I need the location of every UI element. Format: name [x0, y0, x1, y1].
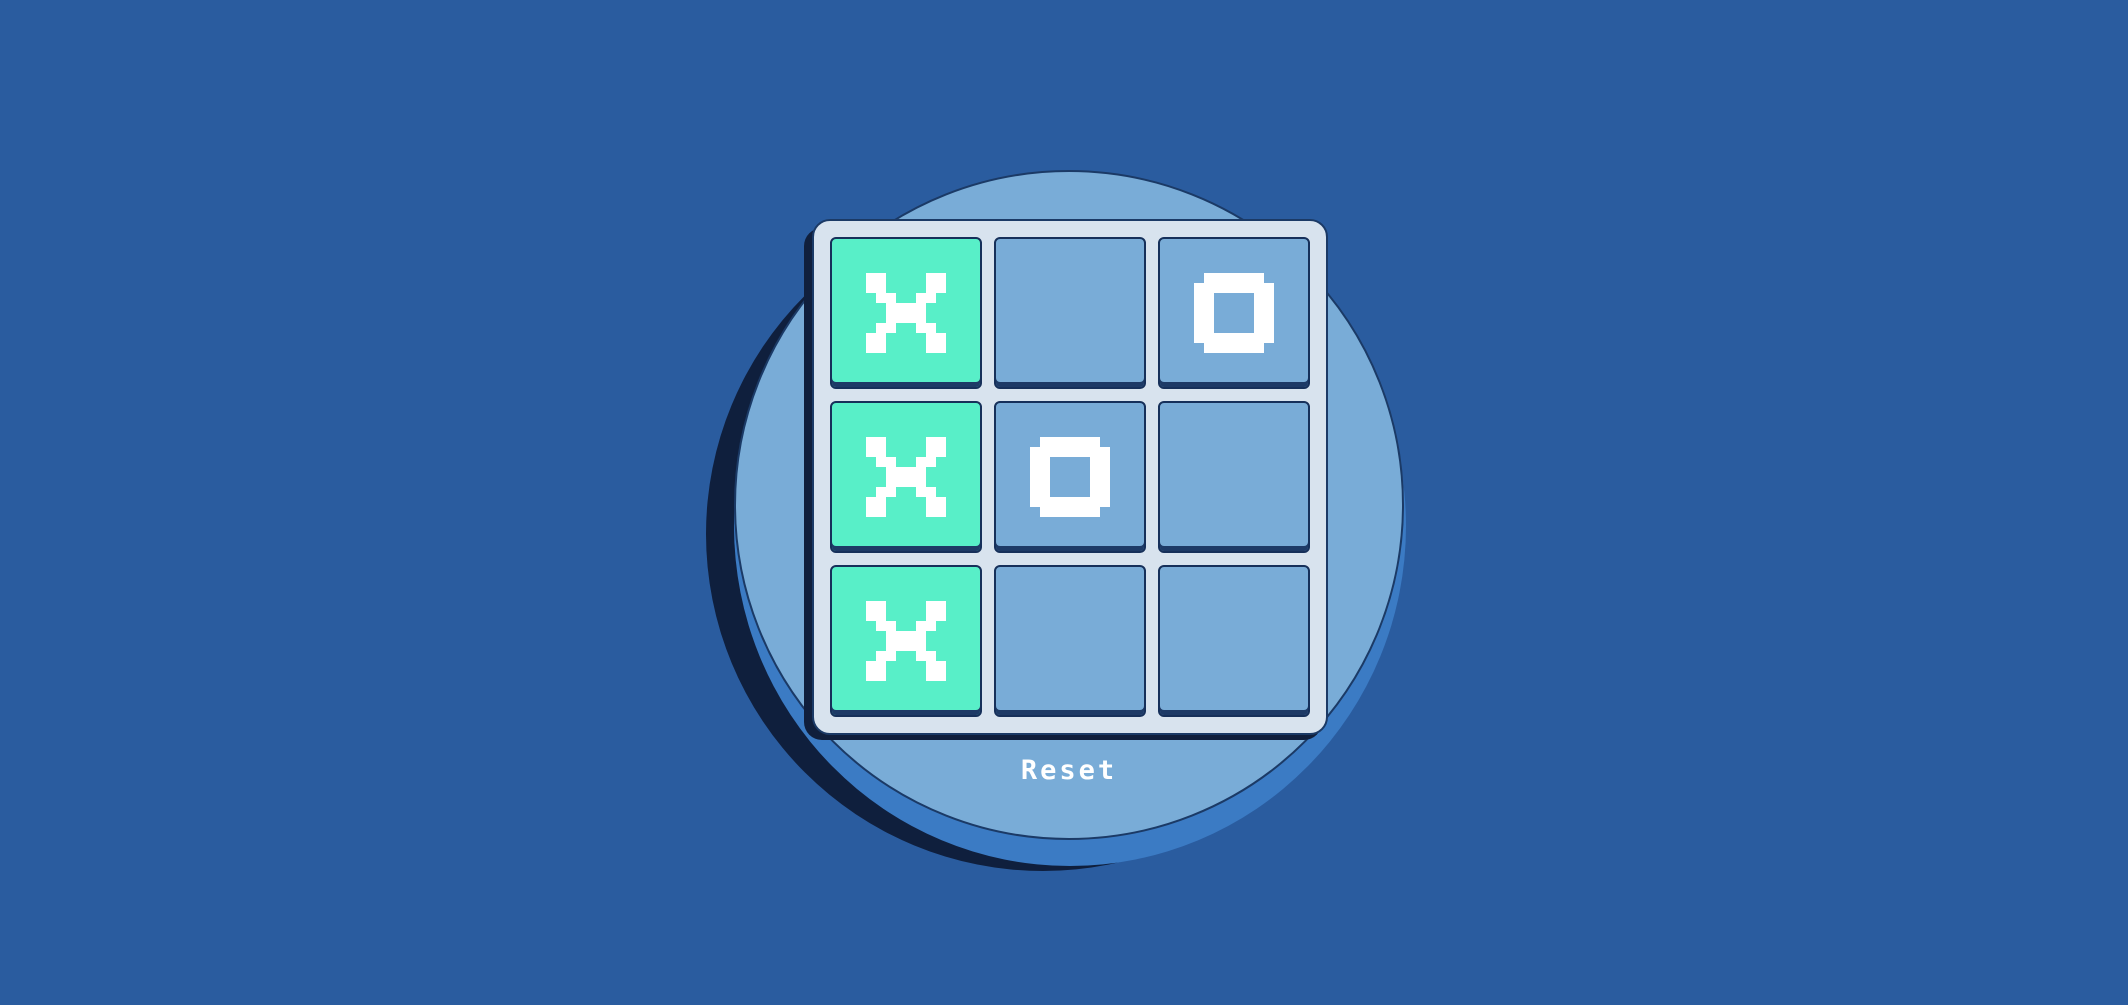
- o-mark-icon: [1194, 273, 1274, 353]
- board-cell-8[interactable]: [994, 565, 1146, 717]
- board-cell-6[interactable]: [1158, 401, 1310, 553]
- board-cell-1[interactable]: [830, 237, 982, 389]
- o-mark-icon: [1030, 437, 1110, 517]
- x-mark-icon: [866, 273, 946, 353]
- board-cell-5[interactable]: [994, 401, 1146, 553]
- board-cell-3[interactable]: [1158, 237, 1310, 389]
- game-screen: { "board": { "cells": [ {"mark": "X", "w…: [0, 0, 2128, 1005]
- board-grid: [830, 237, 1310, 717]
- reset-button[interactable]: Reset: [984, 754, 1154, 788]
- board-cell-9[interactable]: [1158, 565, 1310, 717]
- board-cell-7[interactable]: [830, 565, 982, 717]
- x-mark-icon: [866, 601, 946, 681]
- game-board: [812, 219, 1328, 735]
- x-mark-icon: [866, 437, 946, 517]
- board-cell-4[interactable]: [830, 401, 982, 553]
- board-cell-2[interactable]: [994, 237, 1146, 389]
